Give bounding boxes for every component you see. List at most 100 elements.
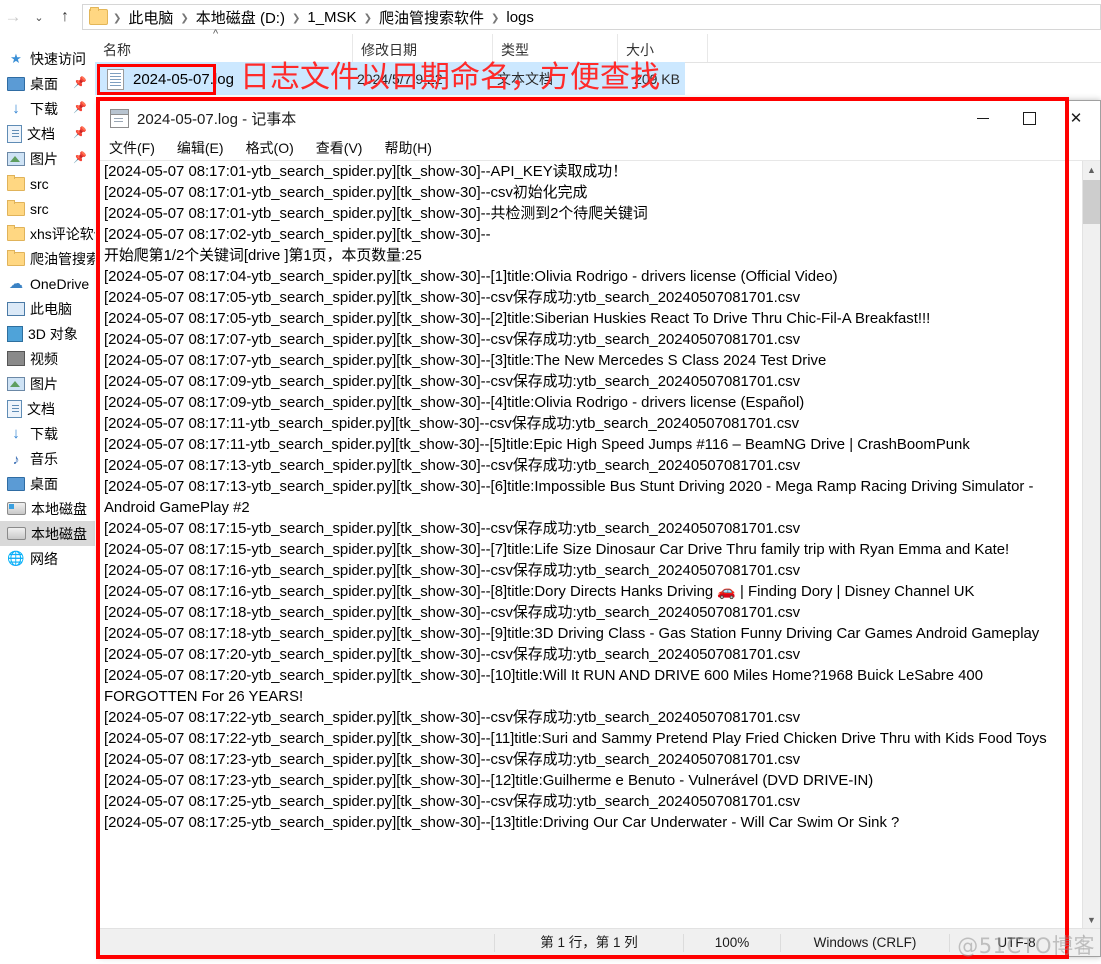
notepad-title-bar[interactable]: 2024-05-07.log - 记事本 ✕: [100, 101, 1100, 135]
menu-item-0[interactable]: 文件(F): [109, 138, 165, 158]
sidebar-item-8[interactable]: 爬油管搜索软件: [0, 246, 95, 271]
music-icon: ♪: [12, 450, 20, 467]
sidebar-item-3[interactable]: 文档 📌: [0, 121, 95, 146]
breadcrumb-item-0[interactable]: 此电脑: [124, 7, 177, 28]
sidebar-item-15[interactable]: ↓ 下载: [0, 421, 95, 446]
breadcrumb-separator: ❯: [490, 12, 500, 24]
sidebar-item-13[interactable]: 图片: [0, 371, 95, 396]
breadcrumb-item-2[interactable]: 1_MSK: [303, 9, 360, 26]
file-name: 2024-05-07.log: [133, 70, 234, 88]
notepad-icon: [110, 108, 129, 128]
scroll-down-icon[interactable]: ▼: [1083, 911, 1100, 928]
folder-icon: [89, 7, 108, 25]
breadcrumb-item-4[interactable]: logs: [502, 9, 538, 26]
chevron-down-icon[interactable]: ⌄: [26, 3, 52, 31]
maximize-button[interactable]: [1006, 101, 1052, 135]
notepad-status-bar: 第 1 行，第 1 列 100% Windows (CRLF) UTF-8: [100, 928, 1100, 956]
window-controls: ✕: [960, 101, 1100, 135]
sidebar-item-10[interactable]: 此电脑: [0, 296, 95, 321]
download-icon: ↓: [12, 425, 20, 442]
breadcrumb-separator: ❯: [180, 12, 189, 24]
sidebar-item-label: 文档: [27, 400, 55, 417]
status-zoom-level[interactable]: 100%: [683, 933, 780, 952]
sidebar-item-19[interactable]: 本地磁盘: [0, 521, 95, 546]
sidebar-item-label: xhs评论软件: [30, 225, 95, 242]
minimize-button[interactable]: [960, 101, 1006, 135]
sidebar-item-label: 爬油管搜索软件: [30, 250, 95, 267]
sidebar-item-label: src: [30, 200, 49, 217]
sidebar-item-label: 快速访问: [30, 50, 86, 67]
navigation-pane: ★ 快速访问桌面 📌 ↓ 下载 📌 文档 📌 图片 📌 src src xhs评论软件爬油管搜索软件 ☁ O…: [0, 40, 95, 964]
screen: → ⌄ ↑ ❯ 此电脑 ❯ 本地磁盘 (D:) ❯ 1_MSK ❯ 爬油管搜索软…: [0, 0, 1101, 964]
star-icon: ★: [10, 50, 22, 66]
pin-icon[interactable]: 📌: [73, 76, 87, 89]
cloud-icon: ☁: [9, 275, 23, 291]
breadcrumb-separator: ❯: [363, 12, 372, 24]
sidebar-item-label: 下载: [30, 100, 58, 117]
breadcrumb[interactable]: ❯ 此电脑 ❯ 本地磁盘 (D:) ❯ 1_MSK ❯ 爬油管搜索软件 ❯ lo…: [82, 4, 1101, 30]
forward-icon[interactable]: →: [0, 3, 26, 31]
sidebar-item-5[interactable]: src: [0, 171, 95, 196]
sidebar-item-4[interactable]: 图片 📌: [0, 146, 95, 171]
log-text-area[interactable]: [2024-05-07 08:17:01-ytb_search_spider.p…: [100, 161, 1082, 928]
text-file-icon: [107, 68, 124, 90]
pin-icon[interactable]: 📌: [73, 151, 87, 164]
sidebar-item-0[interactable]: ★ 快速访问: [0, 46, 95, 71]
sidebar-item-16[interactable]: ♪ 音乐: [0, 446, 95, 471]
up-icon[interactable]: ↑: [52, 3, 78, 31]
folder-icon: [7, 249, 25, 266]
sidebar-item-label: 图片: [30, 375, 58, 392]
menu-item-1[interactable]: 编辑(E): [177, 138, 234, 158]
sidebar-item-7[interactable]: xhs评论软件: [0, 221, 95, 246]
folder-icon: [7, 224, 25, 241]
breadcrumb-separator: ❯: [291, 12, 301, 24]
menu-item-2[interactable]: 格式(O): [246, 138, 304, 158]
sidebar-item-6[interactable]: src: [0, 196, 95, 221]
breadcrumb-item-1[interactable]: 本地磁盘 (D:): [192, 7, 289, 28]
notepad-menu-bar: 文件(F) 编辑(E) 格式(O) 查看(V) 帮助(H): [100, 135, 1100, 160]
status-cursor-position: 第 1 行，第 1 列: [494, 933, 683, 952]
document-icon: [7, 399, 22, 418]
pc-icon: [7, 301, 25, 316]
picture-icon: [7, 376, 25, 391]
sidebar-item-20[interactable]: 🌐 网络: [0, 546, 95, 571]
breadcrumb-item-3[interactable]: 爬油管搜索软件: [375, 7, 488, 28]
pin-icon[interactable]: 📌: [73, 126, 87, 139]
scrollbar-thumb[interactable]: [1083, 180, 1100, 224]
sidebar-item-9[interactable]: ☁ OneDrive: [0, 271, 95, 296]
download-icon: ↓: [12, 100, 20, 117]
sidebar-item-label: 视频: [30, 350, 58, 367]
document-icon: [7, 124, 22, 143]
close-button[interactable]: ✕: [1052, 101, 1100, 135]
sidebar-item-12[interactable]: 视频: [0, 346, 95, 371]
menu-item-4[interactable]: 帮助(H): [384, 138, 441, 158]
sidebar-item-18[interactable]: 本地磁盘: [0, 496, 95, 521]
sidebar-item-label: 网络: [30, 550, 58, 567]
menu-item-3[interactable]: 查看(V): [316, 138, 373, 158]
status-line-ending: Windows (CRLF): [780, 933, 949, 952]
watermark: @51CTO博客: [957, 934, 1095, 958]
sidebar-item-label: OneDrive: [30, 275, 90, 292]
sidebar-item-label: 文档: [27, 125, 55, 142]
close-icon: ✕: [1069, 110, 1083, 127]
sidebar-item-17[interactable]: 桌面: [0, 471, 95, 496]
pin-icon[interactable]: 📌: [73, 101, 87, 114]
sidebar-item-label: 此电脑: [30, 300, 72, 317]
sidebar-item-1[interactable]: 桌面 📌: [0, 71, 95, 96]
sidebar-item-2[interactable]: ↓ 下载 📌: [0, 96, 95, 121]
breadcrumb-separator: ❯: [113, 12, 122, 24]
sidebar-item-label: src: [30, 175, 49, 192]
notepad-window: 2024-05-07.log - 记事本 ✕ 文件(F) 编辑(E) 格式(O) 查看…: [99, 100, 1101, 957]
sort-ascending-icon: ^: [213, 28, 219, 40]
disk-icon: [7, 527, 26, 540]
folder-icon: [7, 174, 25, 191]
sidebar-item-label: 桌面: [30, 475, 58, 492]
sidebar-item-label: 下载: [30, 425, 58, 442]
video-icon: [7, 351, 25, 366]
vertical-scrollbar[interactable]: ▲ ▼: [1082, 161, 1100, 928]
column-label-name: 名称: [103, 42, 131, 58]
sidebar-item-14[interactable]: 文档: [0, 396, 95, 421]
sidebar-item-11[interactable]: 3D 对象: [0, 321, 95, 346]
scroll-up-icon[interactable]: ▲: [1083, 161, 1100, 178]
notepad-body: [2024-05-07 08:17:01-ytb_search_spider.p…: [100, 160, 1100, 928]
